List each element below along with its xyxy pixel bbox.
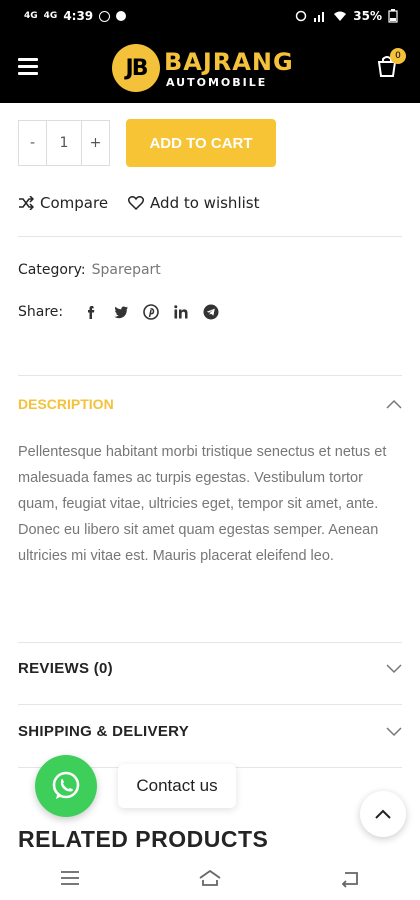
system-navigation-bar (0, 855, 420, 900)
category-link[interactable]: Sparepart (92, 262, 161, 278)
product-actions: Compare Add to wishlist (18, 194, 259, 212)
wishlist-label: Add to wishlist (150, 194, 260, 212)
back-icon[interactable] (337, 867, 363, 889)
signal-icon (314, 12, 325, 22)
site-header: JB BAJRANG AUTOMOBILE 0 (0, 34, 420, 103)
tab-description[interactable]: DESCRIPTION (18, 396, 402, 412)
qty-input[interactable]: 1 (46, 121, 82, 165)
divider (18, 236, 402, 237)
description-title: DESCRIPTION (18, 396, 114, 412)
description-text: Pellentesque habitant morbi tristique se… (18, 444, 387, 564)
scroll-to-top-button[interactable] (360, 791, 406, 837)
twitter-icon[interactable] (113, 304, 129, 320)
battery-percent: 35% (353, 9, 382, 23)
logo-subtitle: AUTOMOBILE (166, 76, 268, 89)
product-share: Share: (18, 304, 219, 320)
facebook-icon[interactable] (83, 304, 99, 320)
battery-icon (388, 9, 398, 23)
related-products-title: RELATED PRODUCTS (18, 826, 269, 852)
quantity-stepper: - 1 + (18, 120, 110, 166)
divider (18, 642, 402, 643)
pinterest-icon[interactable] (143, 304, 159, 320)
linkedin-icon[interactable] (173, 304, 189, 320)
alarm-icon (296, 10, 307, 22)
heart-icon (128, 196, 145, 210)
logo-title: BAJRANG (164, 48, 294, 76)
logo-mark: JB (112, 44, 160, 92)
whatsapp-button[interactable] (35, 755, 97, 817)
menu-icon[interactable] (18, 58, 38, 75)
status-bar: 4G 4G 4:39 35% (0, 0, 420, 34)
chevron-down-icon (386, 663, 402, 673)
reviews-title: REVIEWS (0) (18, 660, 113, 677)
product-category: Category: Sparepart (18, 262, 161, 278)
chevron-down-icon (386, 726, 402, 736)
whatsapp-icon (52, 771, 80, 799)
signal-indicator-1: 4G (24, 11, 38, 21)
home-icon[interactable] (197, 867, 223, 889)
notification-dot-icon (116, 11, 127, 21)
add-to-cart-button[interactable]: ADD TO CART (126, 119, 276, 167)
wifi-icon (334, 11, 347, 21)
share-label: Share: (18, 304, 64, 320)
telegram-icon[interactable] (203, 304, 219, 320)
shuffle-icon (19, 196, 34, 210)
divider (18, 375, 402, 376)
signal-indicator-2: 4G (43, 11, 58, 21)
contact-us-bubble[interactable]: Contact us (118, 764, 236, 808)
qty-decrease-button[interactable]: - (19, 121, 46, 165)
chevron-up-icon (386, 399, 402, 409)
whatsapp-notification-icon (99, 10, 111, 22)
qty-increase-button[interactable]: + (82, 121, 109, 165)
chevron-up-icon (375, 809, 391, 819)
compare-link[interactable]: Compare (18, 194, 108, 212)
tab-reviews[interactable]: REVIEWS (0) (18, 660, 402, 677)
wishlist-link[interactable]: Add to wishlist (128, 194, 259, 212)
status-time: 4:39 (63, 9, 94, 23)
shipping-title: SHIPPING & DELIVERY (18, 723, 190, 740)
tab-shipping[interactable]: SHIPPING & DELIVERY (18, 723, 402, 740)
category-label: Category: (18, 262, 86, 278)
divider (18, 704, 402, 705)
top-bar: 4G 4G 4:39 35% JB BAJRANG AUTOMOBILE 0 (0, 0, 420, 103)
recent-apps-icon[interactable] (57, 867, 83, 889)
compare-label: Compare (40, 194, 109, 212)
site-logo[interactable]: JB BAJRANG AUTOMOBILE (112, 44, 312, 92)
cart-count-badge: 0 (390, 48, 406, 64)
